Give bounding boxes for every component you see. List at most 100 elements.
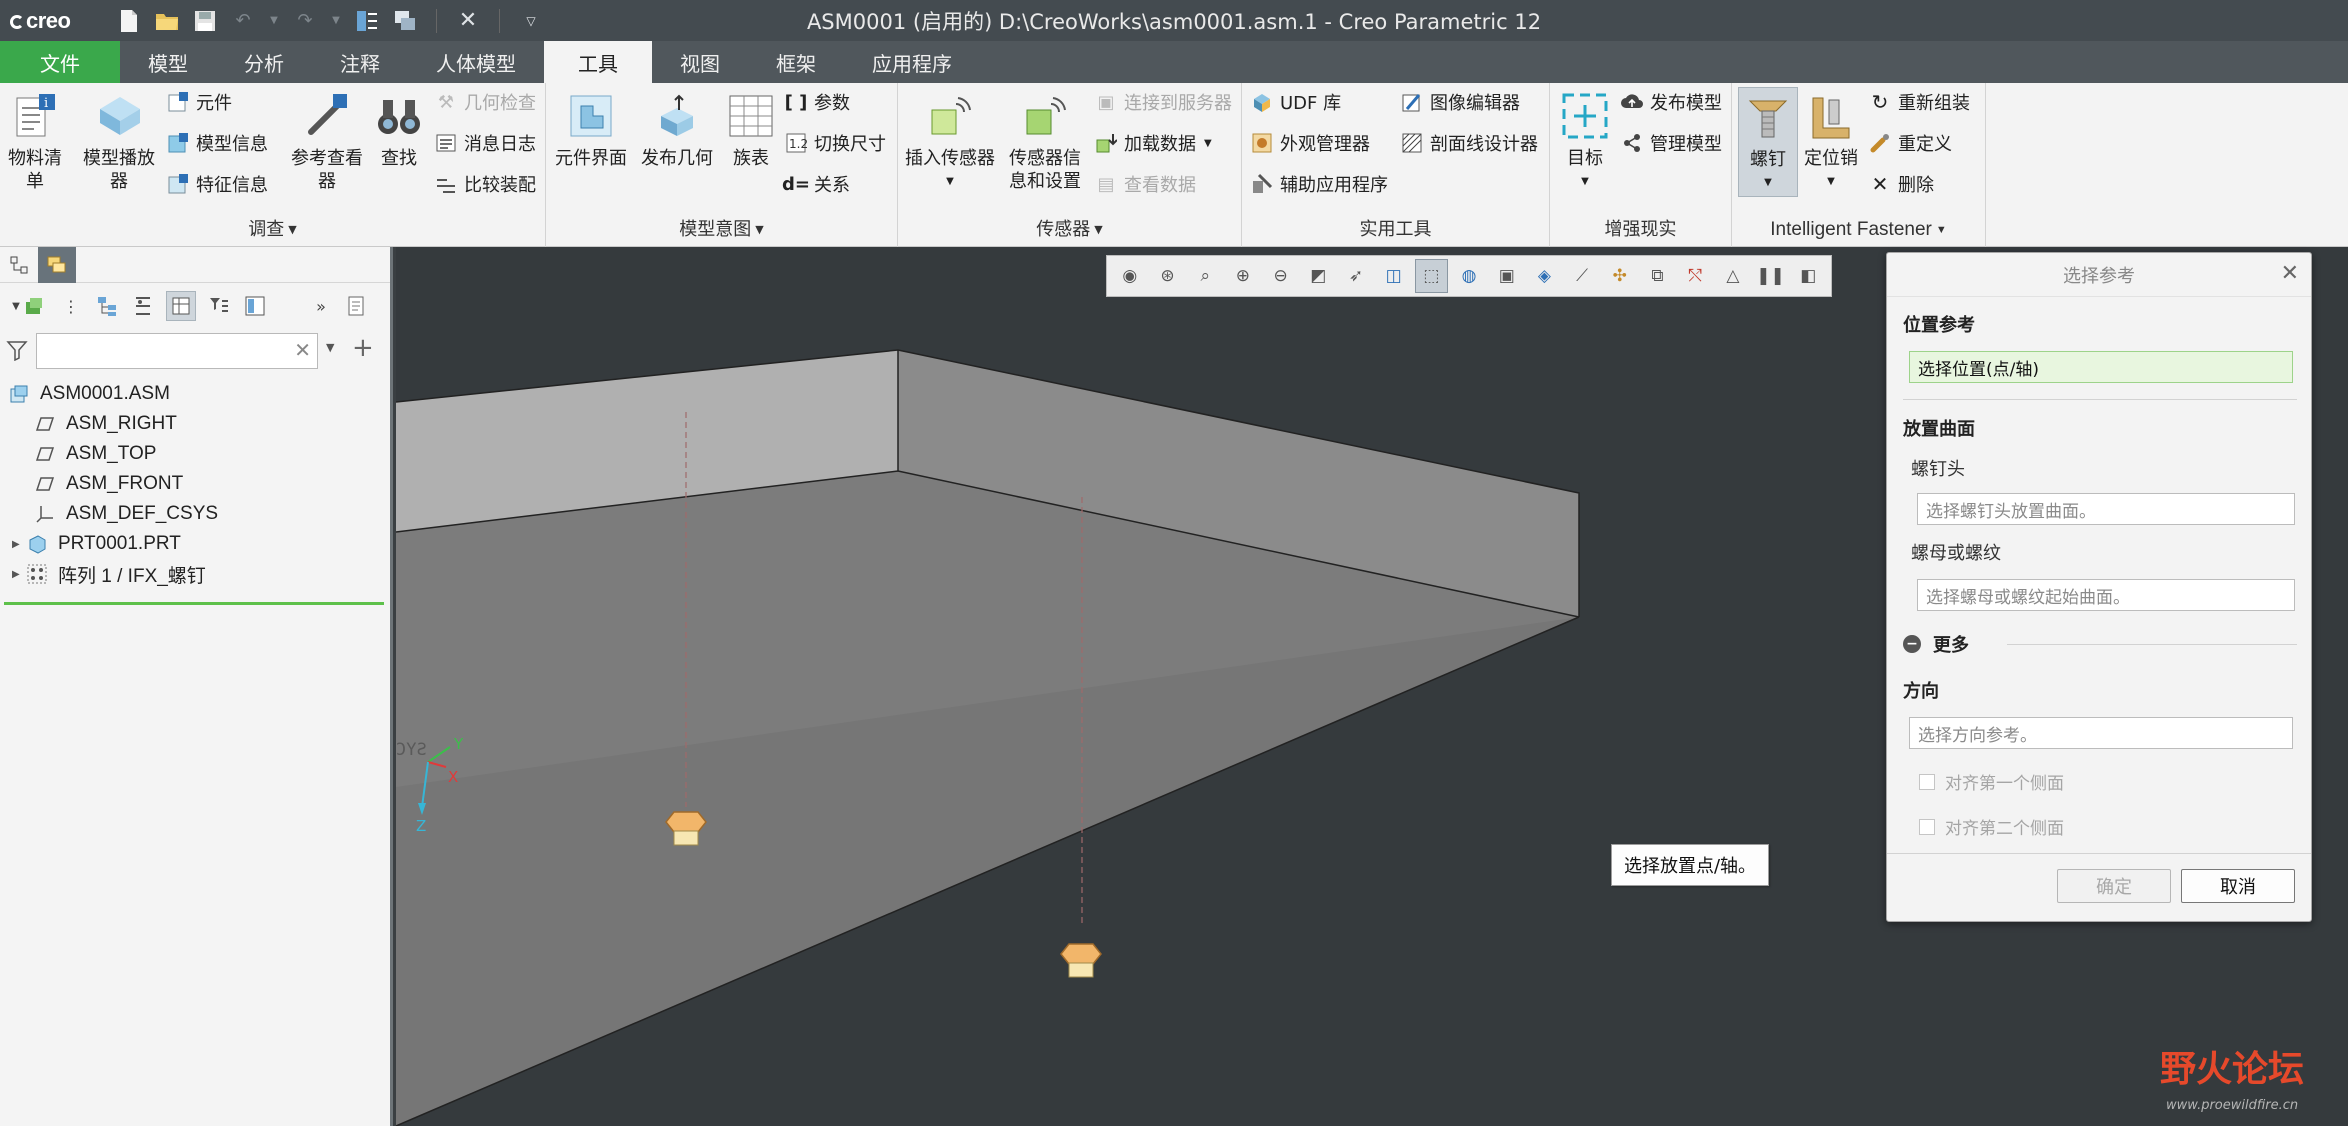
- zoom-out-icon[interactable]: ⊖: [1264, 259, 1298, 293]
- group-label-fastener[interactable]: Intelligent Fastener ▼: [1732, 219, 1985, 241]
- tree-filter-icon[interactable]: [130, 293, 156, 319]
- tree-columns-icon[interactable]: [166, 291, 196, 321]
- compare-assembly-button[interactable]: 比较装配: [434, 169, 536, 199]
- pause-icon[interactable]: ❚❚: [1754, 259, 1788, 293]
- model-info-button[interactable]: 模型信息: [166, 128, 268, 158]
- datum-display-icon[interactable]: ⟋: [1565, 259, 1599, 293]
- expand-arrow-icon[interactable]: ▶: [12, 539, 26, 550]
- redo-icon[interactable]: ↷: [292, 8, 318, 34]
- tree-node-assembly[interactable]: ASM0001.ASM: [0, 379, 390, 409]
- save-icon[interactable]: [192, 8, 218, 34]
- connection-icon[interactable]: ⤲: [1678, 259, 1712, 293]
- appearance-manager-button[interactable]: 外观管理器: [1250, 128, 1370, 158]
- camera-icon[interactable]: ▣: [1490, 259, 1524, 293]
- tree-settings-icon[interactable]: [94, 293, 120, 319]
- close-window-icon[interactable]: ✕: [455, 8, 481, 34]
- perspective-icon[interactable]: ➶: [1339, 259, 1373, 293]
- align-first-side-checkbox[interactable]: 对齐第一个侧面: [1919, 769, 2064, 794]
- spin-center-icon[interactable]: ⧉: [1641, 259, 1675, 293]
- tree-columns-view-icon[interactable]: [242, 293, 268, 319]
- tree-node-asm-def-csys[interactable]: ASM_DEF_CSYS: [0, 499, 390, 529]
- screw-head-surface-field[interactable]: 选择螺钉头放置曲面。: [1917, 493, 2295, 525]
- tree-node-asm-right[interactable]: ASM_RIGHT: [0, 409, 390, 439]
- expand-arrow-icon[interactable]: ▶: [12, 569, 26, 580]
- screw-button[interactable]: 螺钉 ▼: [1738, 87, 1798, 197]
- model-player-button[interactable]: 模型播放 器: [78, 91, 160, 193]
- direction-reference-field[interactable]: 选择方向参考。: [1909, 717, 2293, 749]
- show-dots-icon[interactable]: ⋮: [58, 293, 84, 319]
- zoom-in-icon[interactable]: ⊕: [1226, 259, 1260, 293]
- ok-button[interactable]: 确定: [2057, 869, 2171, 903]
- open-folder-icon[interactable]: [154, 8, 180, 34]
- tab-file[interactable]: 文件: [0, 41, 120, 83]
- load-data-dropdown-icon[interactable]: ▼: [1204, 138, 1212, 149]
- group-label-model-intent[interactable]: 模型意图 ▼: [546, 215, 897, 241]
- publish-geometry-button[interactable]: 发布几何: [638, 91, 716, 170]
- annotation-display-icon[interactable]: ✣: [1603, 259, 1637, 293]
- add-filter-icon[interactable]: +: [352, 333, 374, 363]
- auxiliary-apps-button[interactable]: 辅助应用程序: [1250, 169, 1388, 199]
- feature-info-button[interactable]: 特征信息: [166, 169, 268, 199]
- tab-analysis[interactable]: 分析: [216, 41, 312, 83]
- search-dropdown-icon[interactable]: ▼: [326, 341, 334, 354]
- customize-toolbar-icon[interactable]: ▽: [518, 8, 544, 34]
- tree-search-input[interactable]: ✕: [36, 333, 318, 369]
- manage-model-button[interactable]: 管理模型: [1620, 128, 1722, 158]
- bom-button[interactable]: i 物料清单: [0, 91, 70, 193]
- tab-tools[interactable]: 工具: [544, 41, 652, 83]
- sensor-info-button[interactable]: 传感器信 息和设置: [1002, 91, 1088, 193]
- tab-model[interactable]: 模型: [120, 41, 216, 83]
- section-view-icon[interactable]: ◈: [1528, 259, 1562, 293]
- component-info-button[interactable]: 元件: [166, 87, 232, 117]
- tree-node-part[interactable]: ▶ PRT0001.PRT: [0, 529, 390, 559]
- redo-dropdown-icon[interactable]: ▼: [330, 8, 342, 34]
- reference-viewer-button[interactable]: 参考查看 器: [284, 91, 370, 193]
- geometry-check-button[interactable]: ⚒ 几何检查: [434, 87, 536, 117]
- connect-server-button[interactable]: ▣ 连接到服务器: [1094, 87, 1232, 117]
- dowel-button[interactable]: 定位销 ▼: [1802, 91, 1860, 193]
- message-log-button[interactable]: 消息日志: [434, 128, 536, 158]
- insert-sensor-button[interactable]: 插入传感器 ▼: [902, 91, 998, 193]
- tree-node-asm-top[interactable]: ASM_TOP: [0, 439, 390, 469]
- saved-views-icon[interactable]: ◍: [1452, 259, 1486, 293]
- insert-here-indicator[interactable]: [4, 602, 384, 605]
- parameters-button[interactable]: [ ] 参数: [784, 87, 850, 117]
- saved-orientations-icon[interactable]: ⊛: [1151, 259, 1185, 293]
- clear-search-icon[interactable]: ✕: [294, 338, 311, 362]
- model-tree-tab-icon[interactable]: [0, 247, 38, 283]
- component-interface-button[interactable]: 元件界面: [552, 91, 630, 170]
- target-button[interactable]: 目标 ▼: [1558, 91, 1612, 193]
- undo-icon[interactable]: ↶: [230, 8, 256, 34]
- layers-tab-icon[interactable]: [38, 247, 76, 283]
- select-filter-icon[interactable]: ⬚: [1414, 259, 1449, 293]
- tab-annotate[interactable]: 注释: [312, 41, 408, 83]
- tab-applications[interactable]: 应用程序: [844, 41, 980, 83]
- image-editor-button[interactable]: 图像编辑器: [1400, 87, 1520, 117]
- refit-icon[interactable]: ⌕: [1188, 259, 1222, 293]
- nut-thread-surface-field[interactable]: 选择螺母或螺纹起始曲面。: [1917, 579, 2295, 611]
- family-table-button[interactable]: 族表: [724, 91, 778, 170]
- udf-library-button[interactable]: UDF 库: [1250, 87, 1341, 117]
- position-reference-field[interactable]: 选择位置(点/轴): [1909, 351, 2293, 383]
- warning-display-icon[interactable]: △: [1716, 259, 1750, 293]
- group-label-investigate[interactable]: 调查 ▼: [0, 215, 545, 241]
- tab-view[interactable]: 视图: [652, 41, 748, 83]
- redefine-button[interactable]: 重定义: [1868, 128, 1952, 158]
- expand-more-icon[interactable]: »: [308, 293, 334, 319]
- windows-icon[interactable]: [392, 8, 418, 34]
- layout-icon[interactable]: ◧: [1791, 259, 1825, 293]
- align-second-side-checkbox[interactable]: 对齐第二个侧面: [1919, 814, 2064, 839]
- cancel-button[interactable]: 取消: [2181, 869, 2295, 903]
- tree-node-asm-front[interactable]: ASM_FRONT: [0, 469, 390, 499]
- relations-button[interactable]: d= 关系: [782, 169, 850, 199]
- undo-dropdown-icon[interactable]: ▼: [268, 8, 280, 34]
- screw-head-2[interactable]: [1060, 943, 1102, 978]
- view-eye-icon[interactable]: ◉: [1113, 259, 1147, 293]
- more-toggle[interactable]: − 更多: [1903, 631, 1969, 657]
- new-file-icon[interactable]: [116, 8, 142, 34]
- publish-model-button[interactable]: 发布模型: [1620, 87, 1722, 117]
- regenerate-icon[interactable]: [354, 8, 380, 34]
- tab-framework[interactable]: 框架: [748, 41, 844, 83]
- filter-funnel-icon[interactable]: [6, 339, 28, 366]
- view-data-button[interactable]: ▤ 查看数据: [1094, 169, 1196, 199]
